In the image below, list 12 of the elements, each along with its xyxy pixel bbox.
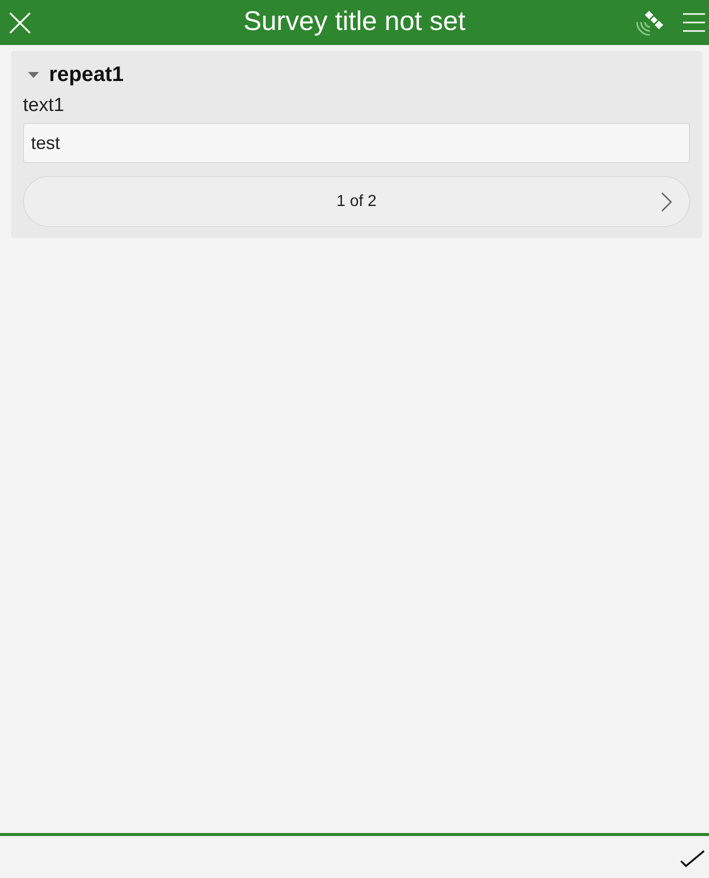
chevron-right-icon[interactable]	[661, 192, 672, 212]
survey-title: Survey title not set	[243, 6, 466, 37]
close-button[interactable]	[9, 12, 31, 34]
satellite-icon[interactable]	[635, 10, 663, 36]
close-icon	[9, 12, 31, 34]
group-label: repeat1	[49, 63, 124, 87]
collapse-triangle-icon[interactable]	[28, 72, 39, 78]
page-counter: 1 of 2	[336, 192, 377, 210]
text-input-field[interactable]: test	[23, 123, 690, 163]
menu-icon[interactable]	[683, 13, 705, 32]
checkmark-icon[interactable]	[680, 850, 705, 868]
field-label: text1	[23, 95, 64, 117]
